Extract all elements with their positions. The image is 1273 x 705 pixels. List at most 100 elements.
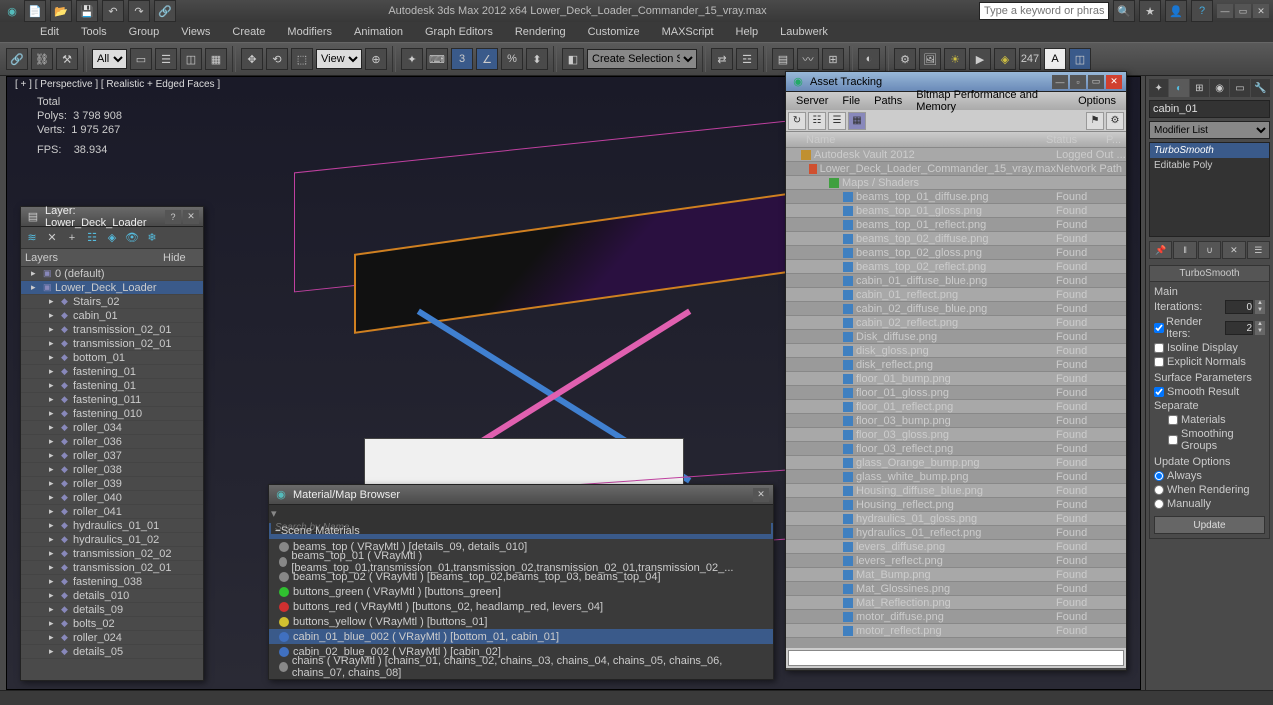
maximize-button[interactable]: ▭ <box>1235 4 1251 18</box>
editnamed-icon[interactable]: ◧ <box>562 48 584 70</box>
select-objects-icon[interactable]: ☷ <box>83 229 101 247</box>
tree-icon[interactable]: ☷ <box>808 112 826 130</box>
material-row[interactable]: chains ( VRayMtl ) [chains_01, chains_02… <box>269 659 773 674</box>
sep-smoothing-checkbox[interactable] <box>1168 435 1178 445</box>
add-to-layer-icon[interactable]: + <box>63 229 81 247</box>
material-row[interactable]: buttons_green ( VRayMtl ) [buttons_green… <box>269 584 773 599</box>
asset-row[interactable]: cabin_02_diffuse_blue.pngFound <box>786 302 1126 316</box>
show-end-icon[interactable]: ‖ <box>1173 241 1196 259</box>
select-icon[interactable]: ▭ <box>130 48 152 70</box>
layer-row[interactable]: ▸◆roller_034 <box>21 421 203 435</box>
percent-snap-icon[interactable]: % <box>501 48 523 70</box>
make-unique-icon[interactable]: ∪ <box>1198 241 1221 259</box>
layer-row[interactable]: ▸◆roller_037 <box>21 449 203 463</box>
spinner-snap-icon[interactable]: ⬍ <box>526 48 548 70</box>
hierarchy-tab-icon[interactable]: ⊞ <box>1190 79 1209 97</box>
utilities-tab-icon[interactable]: 🔧 <box>1251 79 1270 97</box>
pivot-icon[interactable]: ⊕ <box>365 48 387 70</box>
asset-row[interactable]: floor_01_reflect.pngFound <box>786 400 1126 414</box>
new-layer-icon[interactable]: ≋ <box>23 229 41 247</box>
scale-icon[interactable]: ⬚ <box>291 48 313 70</box>
maximize-icon[interactable]: ▭ <box>1088 75 1104 89</box>
asset-row[interactable]: floor_01_bump.pngFound <box>786 372 1126 386</box>
material-row[interactable]: cabin_01_blue_002 ( VRayMtl ) [bottom_01… <box>269 629 773 644</box>
layer-row[interactable]: ▸◆hydraulics_01_01 <box>21 519 203 533</box>
layer-row[interactable]: ▸◆fastening_011 <box>21 393 203 407</box>
asset-row[interactable]: Mat_Reflection.pngFound <box>786 596 1126 610</box>
select-name-icon[interactable]: ☰ <box>155 48 177 70</box>
material-list[interactable]: beams_top ( VRayMtl ) [details_09, detai… <box>269 539 773 679</box>
minimize-button[interactable]: — <box>1217 4 1233 18</box>
mirror-icon[interactable]: ⇄ <box>711 48 733 70</box>
layer-row[interactable]: ▸◆details_05 <box>21 645 203 659</box>
remove-mod-icon[interactable]: ✕ <box>1222 241 1245 259</box>
freeze-icon[interactable]: ❄ <box>143 229 161 247</box>
render-setup-icon[interactable]: ⚙ <box>894 48 916 70</box>
schematic-icon[interactable]: ⊞ <box>822 48 844 70</box>
asset-menu-item[interactable]: Options <box>1072 95 1122 107</box>
close-icon[interactable]: ✕ <box>1106 75 1122 89</box>
layer-row[interactable]: ▸◆bolts_02 <box>21 617 203 631</box>
update-manually-radio[interactable] <box>1154 499 1164 509</box>
angle-snap-icon[interactable]: ∠ <box>476 48 498 70</box>
table-icon[interactable]: ▦ <box>848 112 866 130</box>
undo-icon[interactable]: ↶ <box>102 0 124 22</box>
spinner-down-icon[interactable]: ▼ <box>1255 307 1265 314</box>
minimize-icon[interactable]: — <box>1052 75 1068 89</box>
asset-row[interactable]: beams_top_01_diffuse.pngFound <box>786 190 1126 204</box>
update-always-radio[interactable] <box>1154 471 1164 481</box>
update-button[interactable]: Update <box>1154 516 1265 534</box>
layer-row[interactable]: ▸◆fastening_01 <box>21 365 203 379</box>
vray-icon[interactable]: ◈ <box>994 48 1016 70</box>
snap-toggle-icon[interactable]: 3 <box>451 48 473 70</box>
motion-tab-icon[interactable]: ◉ <box>1210 79 1229 97</box>
object-name-input[interactable] <box>1149 100 1270 118</box>
layer-row[interactable]: ▸◆details_010 <box>21 589 203 603</box>
blue-icon[interactable]: ◫ <box>1069 48 1091 70</box>
asset-row[interactable]: glass_white_bump.pngFound <box>786 470 1126 484</box>
asset-row[interactable]: floor_03_reflect.pngFound <box>786 442 1126 456</box>
material-row[interactable]: buttons_yellow ( VRayMtl ) [buttons_01] <box>269 614 773 629</box>
redo-icon[interactable]: ↷ <box>128 0 150 22</box>
material-editor-icon[interactable]: ◐ <box>858 48 880 70</box>
asset-row[interactable]: glass_Orange_bump.pngFound <box>786 456 1126 470</box>
bind-tool-icon[interactable]: ⚒ <box>56 48 78 70</box>
modifier-stack-item[interactable]: Editable Poly <box>1150 158 1269 173</box>
layer-row[interactable]: ▸◆transmission_02_01 <box>21 323 203 337</box>
close-button[interactable]: ✕ <box>1253 4 1269 18</box>
unlink-tool-icon[interactable]: ⛓ <box>31 48 53 70</box>
menu-graph-editors[interactable]: Graph Editors <box>415 24 503 40</box>
render-iters-checkbox[interactable] <box>1154 323 1164 333</box>
render-icon[interactable]: ☀ <box>944 48 966 70</box>
asset-row[interactable]: levers_reflect.pngFound <box>786 554 1126 568</box>
asset-row[interactable]: floor_03_gloss.pngFound <box>786 428 1126 442</box>
asset-row[interactable]: Housing_reflect.pngFound <box>786 498 1126 512</box>
asset-row[interactable]: motor_reflect.pngFound <box>786 624 1126 638</box>
select-region-icon[interactable]: ◫ <box>180 48 202 70</box>
options-icon[interactable]: ⚙ <box>1106 112 1124 130</box>
search-icon[interactable]: 🔍 <box>1113 0 1135 22</box>
asset-row[interactable]: cabin_02_reflect.pngFound <box>786 316 1126 330</box>
link-tool-icon[interactable]: 🔗 <box>6 48 28 70</box>
menu-maxscript[interactable]: MAXScript <box>652 24 724 40</box>
spinner-down-icon[interactable]: ▼ <box>1255 328 1265 335</box>
new-icon[interactable]: 📄 <box>24 0 46 22</box>
menu-modifiers[interactable]: Modifiers <box>277 24 342 40</box>
sep-materials-checkbox[interactable] <box>1168 415 1178 425</box>
list-icon[interactable]: ☰ <box>828 112 846 130</box>
status-icon[interactable]: ⚑ <box>1086 112 1104 130</box>
layer-panel-titlebar[interactable]: ▤ Layer: Lower_Deck_Loader ?✕ <box>21 207 203 227</box>
layer-row[interactable]: ▸◆details_09 <box>21 603 203 617</box>
asset-menu-item[interactable]: File <box>836 95 866 107</box>
layer-row[interactable]: ▸◆roller_041 <box>21 505 203 519</box>
menu-tools[interactable]: Tools <box>71 24 117 40</box>
update-rendering-radio[interactable] <box>1154 485 1164 495</box>
menu-create[interactable]: Create <box>222 24 275 40</box>
asset-row[interactable]: Lower_Deck_Loader_Commander_15_vray.maxN… <box>786 162 1126 176</box>
layer-row[interactable]: ▸◆roller_036 <box>21 435 203 449</box>
polycount-icon[interactable]: 247 <box>1019 48 1041 70</box>
asset-row[interactable]: cabin_01_reflect.pngFound <box>786 288 1126 302</box>
pin-stack-icon[interactable]: 📌 <box>1149 241 1172 259</box>
menu-laubwerk[interactable]: Laubwerk <box>770 24 838 40</box>
modifier-list-select[interactable]: Modifier List <box>1149 121 1270 139</box>
